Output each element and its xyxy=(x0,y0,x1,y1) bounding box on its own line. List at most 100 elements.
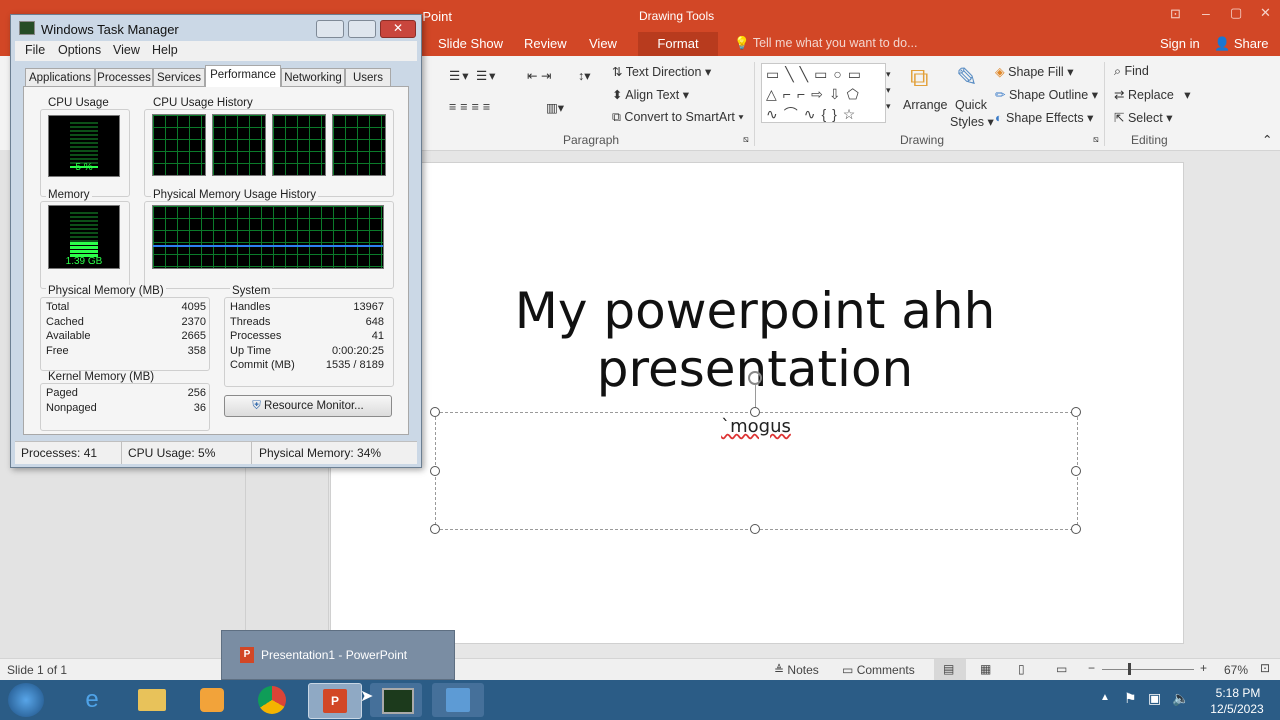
shape-outline-button[interactable]: ✏ Shape Outline ▾ xyxy=(995,87,1098,102)
ribbon-display-options-icon[interactable]: ⊡ xyxy=(1170,6,1181,22)
paragraph-dialog-launcher-icon[interactable]: ⧅ xyxy=(743,134,749,145)
tab-users[interactable]: Users xyxy=(345,68,391,87)
zoom-in-button[interactable]: + xyxy=(1200,661,1207,675)
task-manager-taskbar-icon[interactable] xyxy=(370,683,422,717)
zoom-out-button[interactable]: − xyxy=(1088,661,1095,675)
ppt-restore-button[interactable]: ▢ xyxy=(1230,5,1242,21)
pencil-icon: ✏ xyxy=(995,88,1006,102)
stat-row: Nonpaged 36 xyxy=(46,402,206,414)
internet-explorer-icon[interactable]: e xyxy=(66,683,118,717)
tab-processes[interactable]: Processes xyxy=(95,68,153,87)
status-divider xyxy=(251,442,252,464)
tab-slide-show[interactable]: Slide Show xyxy=(438,36,503,51)
resize-handle-w[interactable] xyxy=(430,466,440,476)
taskbar-thumbnail-preview[interactable]: P Presentation1 - PowerPoint xyxy=(221,630,455,680)
stat-label: Available xyxy=(46,330,91,342)
ppt-close-button[interactable]: ✕ xyxy=(1260,5,1271,21)
menu-view[interactable]: View xyxy=(113,43,140,57)
share-button[interactable]: 👤 Share xyxy=(1214,36,1269,52)
tab-format[interactable]: Format xyxy=(638,32,718,56)
zoom-slider[interactable] xyxy=(1102,669,1194,670)
tab-view[interactable]: View xyxy=(589,36,617,51)
network-icon[interactable]: ▣ xyxy=(1148,690,1161,707)
menu-file[interactable]: File xyxy=(25,43,45,57)
quick-styles-button[interactable]: Styles ▾ xyxy=(950,114,994,129)
tm-maximize-button[interactable] xyxy=(348,20,376,38)
task-manager-statusbar: Processes: 41 CPU Usage: 5% Physical Mem… xyxy=(15,441,417,464)
control-panel-taskbar-icon[interactable] xyxy=(432,683,484,717)
shapes-gallery-scroll[interactable]: ▾ ▾ ▾ xyxy=(886,66,891,114)
select-button[interactable]: ⇱ Select ▾ xyxy=(1114,110,1172,125)
tell-me-search[interactable]: 💡 Tell me what you want to do... xyxy=(734,36,918,51)
resize-handle-se[interactable] xyxy=(1071,524,1081,534)
chevron-down-icon: ▾ xyxy=(704,65,712,79)
sign-in-link[interactable]: Sign in xyxy=(1160,36,1200,51)
line-spacing-icon[interactable]: ↕▾ xyxy=(578,68,591,83)
resize-handle-e[interactable] xyxy=(1071,466,1081,476)
tab-applications[interactable]: Applications xyxy=(25,68,95,87)
arrange-button[interactable]: Arrange xyxy=(903,98,947,112)
notes-button[interactable]: ≜ Notes xyxy=(774,663,819,677)
tab-performance[interactable]: Performance xyxy=(205,65,281,87)
drawing-dialog-launcher-icon[interactable]: ⧅ xyxy=(1093,134,1099,145)
physical-memory-header: Physical Memory (MB) xyxy=(46,285,166,297)
columns-icon[interactable]: ▥▾ xyxy=(546,100,564,115)
show-hidden-icons[interactable]: ▲ xyxy=(1100,692,1110,703)
zoom-slider-thumb[interactable] xyxy=(1128,663,1131,675)
volume-muted-icon[interactable]: 🔈 xyxy=(1172,690,1189,707)
tab-networking[interactable]: Networking xyxy=(281,68,345,87)
action-center-flag-icon[interactable]: ⚑ xyxy=(1124,690,1137,707)
tab-review[interactable]: Review xyxy=(524,36,567,51)
shape-fill-button[interactable]: ◈ Shape Fill ▾ xyxy=(995,64,1073,79)
start-button-icon[interactable] xyxy=(8,683,44,717)
reading-view-icon[interactable]: ▯ xyxy=(1018,662,1025,676)
fit-slide-icon[interactable]: ⊡ xyxy=(1260,661,1270,675)
menu-options[interactable]: Options xyxy=(58,43,101,57)
alignment-icons[interactable]: ≡≡≡≡ xyxy=(449,100,494,114)
align-text-button[interactable]: ⬍ Align Text ▾ xyxy=(612,87,689,102)
subtitle-text[interactable]: `mogus xyxy=(436,416,1076,437)
convert-smartart-button[interactable]: ⧉ Convert to SmartArt ▾ xyxy=(612,110,744,125)
powerpoint-taskbar-icon[interactable]: P xyxy=(308,683,362,719)
cpu-history-graph-core2 xyxy=(212,114,266,176)
replace-button[interactable]: ⇄ Replace ▾ xyxy=(1114,87,1191,102)
tab-services[interactable]: Services xyxy=(153,68,205,87)
tm-close-button[interactable]: ✕ xyxy=(380,20,416,38)
stat-row: Commit (MB) 1535 / 8189 xyxy=(230,359,384,371)
zoom-percentage[interactable]: 67% xyxy=(1224,663,1248,677)
memory-meter: 1.39 GB xyxy=(48,205,120,269)
shapes-gallery[interactable]: ▭╲╲▭○▭ △⌐⌐⇨⇩⬠ ∿⌒∿{}☆ xyxy=(761,63,886,123)
file-explorer-icon[interactable] xyxy=(126,683,178,717)
performance-panel: CPU Usage 5 % CPU Usage History Memory 1… xyxy=(23,86,409,435)
slide-sorter-icon[interactable]: ▦ xyxy=(980,662,991,676)
find-button[interactable]: ⌕ Find xyxy=(1114,64,1149,79)
clock-time[interactable]: 5:18 PM xyxy=(1208,686,1268,700)
resize-handle-sw[interactable] xyxy=(430,524,440,534)
bullets-icon[interactable]: ☰▾ ☰▾ xyxy=(449,68,497,83)
menu-help[interactable]: Help xyxy=(152,43,178,57)
stat-row: Cached 2370 xyxy=(46,316,206,328)
task-manager-titlebar[interactable]: Windows Task Manager ✕ xyxy=(11,15,421,41)
media-player-icon[interactable] xyxy=(186,683,238,717)
quick-styles-icon[interactable]: ✎ xyxy=(956,62,978,93)
clock-date[interactable]: 12/5/2023 xyxy=(1198,702,1276,716)
slide-title-line1: My powerpoint ahh xyxy=(514,282,996,340)
slide-show-icon[interactable]: ▭ xyxy=(1056,662,1067,676)
rotate-handle-icon[interactable] xyxy=(748,371,762,385)
resize-handle-s[interactable] xyxy=(750,524,760,534)
text-direction-button[interactable]: ⇅ Text Direction ▾ xyxy=(612,64,711,79)
ppt-minimize-button[interactable]: – xyxy=(1202,5,1210,21)
indent-icons[interactable]: ⇤ ⇥ xyxy=(527,68,551,83)
chrome-icon[interactable] xyxy=(246,683,298,717)
quick-styles-line2: Styles xyxy=(950,115,985,129)
quick-styles-line1[interactable]: Quick xyxy=(955,98,987,112)
tm-minimize-button[interactable] xyxy=(316,20,344,38)
resource-monitor-button[interactable]: ⛨ Resource Monitor... xyxy=(224,395,392,417)
convert-smartart-label: Convert to SmartArt xyxy=(624,110,735,124)
slide-canvas[interactable] xyxy=(330,162,1184,644)
shape-effects-button[interactable]: ◐ Shape Effects ▾ xyxy=(995,110,1093,125)
cursor-icon: ⇱ xyxy=(1114,111,1125,125)
arrange-icon[interactable]: ⧉ xyxy=(910,62,929,94)
comments-button[interactable]: ▭ Comments xyxy=(842,663,915,677)
collapse-ribbon-icon[interactable]: ⌃ xyxy=(1262,132,1272,147)
